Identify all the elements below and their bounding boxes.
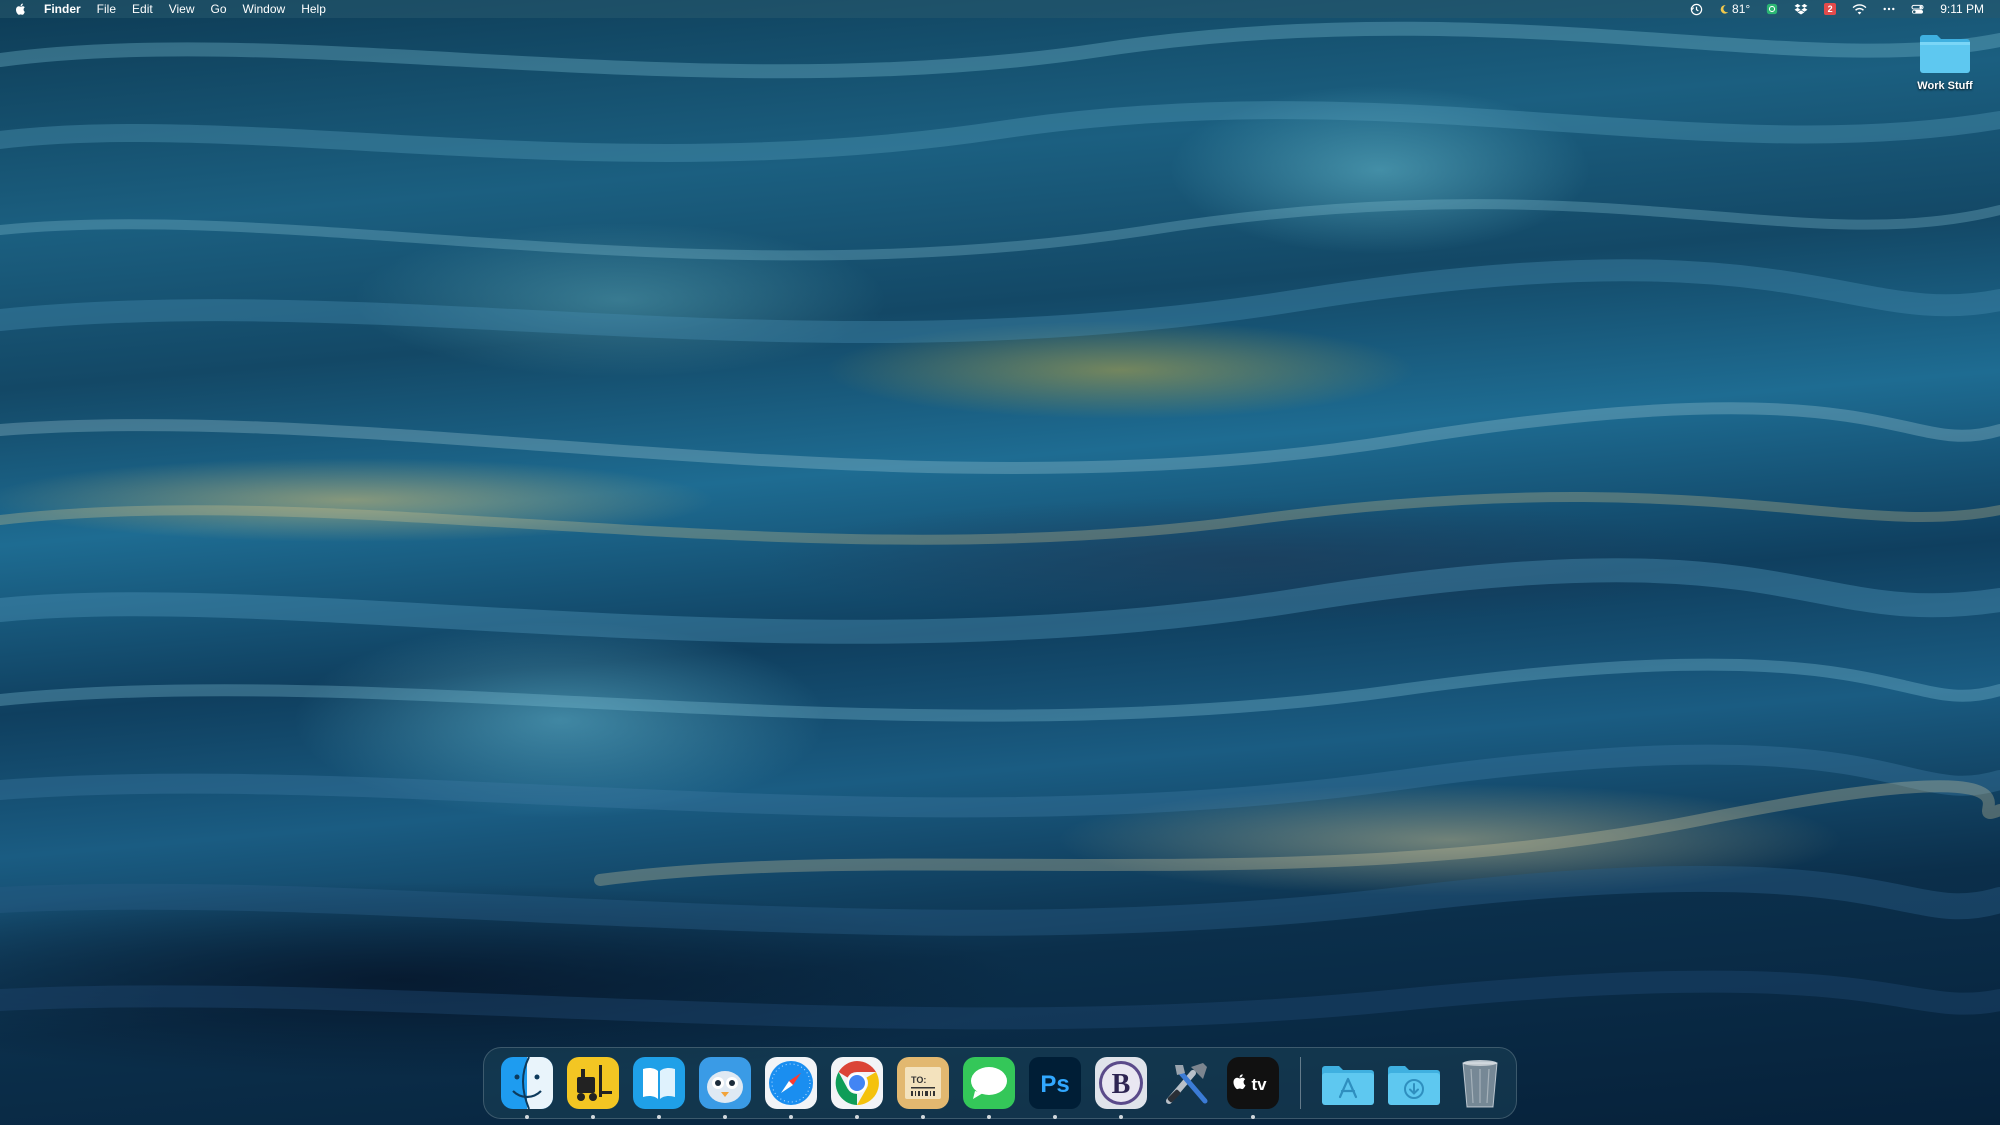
desktop-folder-work-stuff[interactable]: Work Stuff bbox=[1905, 30, 1985, 92]
dock-app-reader[interactable] bbox=[631, 1055, 687, 1119]
dock-app-deliveries[interactable]: TO: bbox=[895, 1055, 951, 1119]
safari-compass-icon bbox=[765, 1057, 817, 1109]
photoshop-label-text: Ps bbox=[1040, 1071, 1069, 1098]
applications-folder-icon bbox=[1322, 1066, 1374, 1105]
menu-file[interactable]: File bbox=[89, 0, 124, 18]
ocean-wave-wallpaper-image bbox=[0, 21, 2000, 1030]
app-status-icon[interactable] bbox=[1758, 3, 1786, 15]
running-indicator bbox=[921, 1115, 925, 1119]
photoshop-icon: Ps bbox=[1029, 1057, 1081, 1109]
bbedit-icon: B bbox=[1095, 1057, 1147, 1109]
weather-temperature: 81° bbox=[1732, 2, 1751, 16]
dock-app-tweetbot[interactable] bbox=[697, 1055, 753, 1119]
apple-tv-icon: tv bbox=[1227, 1057, 1279, 1109]
dock-app-safari[interactable] bbox=[763, 1055, 819, 1119]
dock-app-forklift[interactable] bbox=[565, 1055, 621, 1119]
forklift-icon bbox=[567, 1057, 619, 1109]
finder-icon bbox=[501, 1056, 553, 1110]
bbedit-label-text: B bbox=[1112, 1069, 1131, 1100]
running-indicator bbox=[723, 1115, 727, 1119]
trash-icon bbox=[1462, 1060, 1498, 1108]
running-indicator bbox=[591, 1115, 595, 1119]
menu-bar: Finder File Edit View Go Window Help 81° bbox=[0, 0, 2000, 18]
dock-stack-downloads[interactable] bbox=[1386, 1055, 1442, 1111]
calendar-badge-icon: 2 bbox=[1824, 3, 1837, 15]
running-indicator bbox=[525, 1115, 529, 1119]
dock-stack-applications[interactable] bbox=[1320, 1055, 1376, 1111]
dock-app-finder[interactable] bbox=[499, 1055, 555, 1119]
dock-app-photoshop[interactable]: Ps bbox=[1027, 1055, 1083, 1119]
wifi-icon[interactable] bbox=[1844, 3, 1875, 15]
menu-window[interactable]: Window bbox=[235, 0, 294, 18]
package-label-text: TO: bbox=[911, 1075, 926, 1085]
folder-icon bbox=[1917, 30, 1973, 76]
dock-trash[interactable] bbox=[1452, 1055, 1508, 1111]
menu-app-finder[interactable]: Finder bbox=[36, 0, 89, 18]
menu-help[interactable]: Help bbox=[293, 0, 334, 18]
apple-menu-icon[interactable] bbox=[14, 2, 26, 16]
running-indicator bbox=[789, 1115, 793, 1119]
running-indicator bbox=[657, 1115, 661, 1119]
menu-view[interactable]: View bbox=[161, 0, 203, 18]
menu-go[interactable]: Go bbox=[203, 0, 235, 18]
calendar-badge-number: 2 bbox=[1827, 4, 1833, 14]
desktop-folder-label: Work Stuff bbox=[1917, 80, 1973, 92]
dock-app-chrome[interactable] bbox=[829, 1055, 885, 1119]
menubar-clock[interactable]: 9:11 PM bbox=[1932, 0, 1992, 18]
messages-icon bbox=[963, 1057, 1015, 1109]
dropbox-icon[interactable] bbox=[1786, 3, 1816, 15]
time-machine-status-icon[interactable] bbox=[1682, 3, 1711, 16]
chrome-icon bbox=[831, 1057, 883, 1109]
calendar-status[interactable]: 2 bbox=[1816, 3, 1844, 15]
running-indicator bbox=[1053, 1115, 1057, 1119]
dock-app-messages[interactable] bbox=[961, 1055, 1017, 1119]
running-indicator bbox=[987, 1115, 991, 1119]
book-reader-icon bbox=[633, 1057, 685, 1109]
dock-app-developer-tools[interactable] bbox=[1159, 1055, 1215, 1111]
tweetbot-icon bbox=[699, 1057, 751, 1109]
menu-edit[interactable]: Edit bbox=[124, 0, 161, 18]
weather-status[interactable]: 81° bbox=[1711, 0, 1758, 18]
more-menu-extras-icon[interactable] bbox=[1875, 7, 1903, 11]
desktop-wallpaper: Finder File Edit View Go Window Help 81° bbox=[0, 0, 2000, 1125]
package-icon: TO: bbox=[897, 1057, 949, 1109]
dock-divider bbox=[1300, 1057, 1301, 1109]
running-indicator bbox=[855, 1115, 859, 1119]
dock-app-bbedit[interactable]: B bbox=[1093, 1055, 1149, 1119]
control-center-icon[interactable] bbox=[1903, 4, 1932, 15]
downloads-folder-icon bbox=[1388, 1066, 1440, 1105]
dock-app-apple-tv[interactable]: tv bbox=[1225, 1055, 1281, 1119]
weather-moon-icon bbox=[1719, 4, 1729, 15]
running-indicator bbox=[1251, 1115, 1255, 1119]
tools-icon bbox=[1166, 1063, 1208, 1104]
running-indicator bbox=[1119, 1115, 1123, 1119]
dock: TO: Ps B tv bbox=[483, 1047, 1517, 1119]
apple-tv-label-text: tv bbox=[1251, 1075, 1267, 1094]
